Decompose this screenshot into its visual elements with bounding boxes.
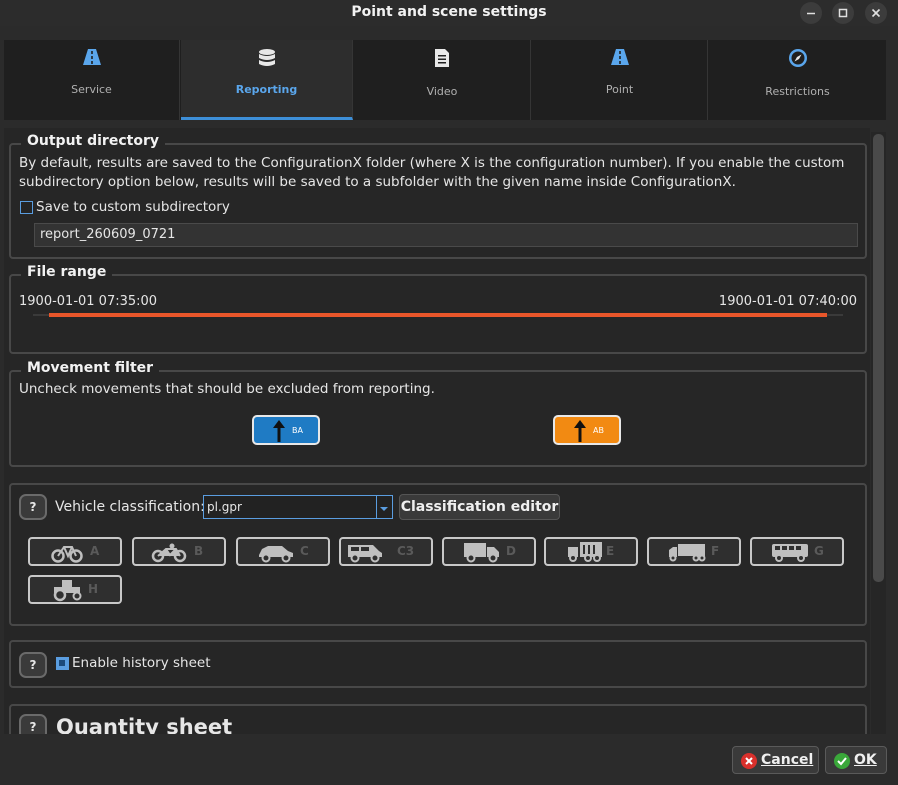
group-title: Movement filter [21, 360, 160, 376]
movement-ab-toggle[interactable]: AB [553, 415, 621, 445]
help-button[interactable]: ? [19, 494, 47, 520]
tab-point[interactable]: Point [532, 40, 708, 120]
vehicle-class-label: D [506, 544, 516, 558]
ok-button[interactable]: OK [825, 746, 887, 774]
range-start-label: 1900-01-01 07:35:00 [19, 294, 158, 309]
subdirectory-input[interactable]: report_260609_0721 [34, 223, 858, 247]
cancel-label: Cancel [761, 752, 814, 768]
range-end-label: 1900-01-01 07:40:00 [718, 294, 857, 309]
truck-trailer-icon [568, 542, 602, 562]
classification-select-value: pl.gpr [207, 500, 242, 514]
range-slider-track [827, 314, 843, 316]
motorcycle-icon [151, 543, 187, 563]
movement-filter-description: Uncheck movements that should be exclude… [19, 381, 435, 397]
road-icon [4, 48, 179, 68]
output-directory-group: Output directory By default, results are… [9, 133, 867, 259]
vehicle-class-label: C3 [397, 544, 415, 558]
tractor-icon [53, 580, 82, 602]
history-sheet-group: ? Enable history sheet [9, 640, 867, 688]
tab-video[interactable]: Video [354, 40, 531, 120]
vehicle-classification-label: Vehicle classification: [55, 499, 205, 515]
cancel-button[interactable]: Cancel [732, 746, 819, 774]
custom-subdirectory-checkbox[interactable] [20, 201, 33, 214]
tab-service[interactable]: Service [4, 40, 180, 120]
vehicle-class-h-button[interactable]: H [28, 575, 122, 604]
group-title: Output directory [21, 133, 165, 149]
help-button[interactable]: ? [19, 652, 47, 678]
custom-subdirectory-label: Save to custom subdirectory [36, 199, 230, 215]
window-title: Point and scene settings [351, 4, 547, 20]
range-slider-bar[interactable] [49, 313, 827, 317]
compass-icon [709, 48, 886, 68]
truck-icon [464, 543, 499, 563]
vehicle-class-label: E [606, 544, 615, 558]
vehicle-class-f-button[interactable]: F [647, 537, 741, 566]
cancel-icon [741, 753, 757, 769]
bicycle-icon [51, 546, 83, 563]
tab-label: Service [71, 83, 112, 96]
database-icon [181, 48, 352, 68]
ok-label: OK [854, 752, 877, 768]
vehicle-class-d-button[interactable]: D [442, 537, 536, 566]
scrollbar-thumb[interactable] [873, 134, 884, 582]
tab-label: Point [605, 83, 634, 96]
vehicle-class-a-button[interactable]: A [28, 537, 122, 566]
vehicle-class-label: B [194, 544, 204, 558]
group-title: File range [21, 264, 113, 280]
vehicle-class-g-button[interactable]: G [750, 537, 844, 566]
tab-label: Video [426, 85, 458, 98]
car-icon [259, 546, 293, 563]
vehicle-class-label: A [90, 544, 100, 558]
tab-reporting[interactable]: Reporting [181, 40, 353, 120]
output-directory-description: subdirectory option below, results will … [19, 174, 736, 190]
vehicle-class-c3-button[interactable]: C3 [339, 537, 433, 566]
document-icon [354, 48, 530, 68]
movement-label: AB [593, 426, 604, 435]
movement-filter-group: Movement filter Uncheck movements that s… [9, 360, 867, 467]
arrow-up-icon [273, 420, 285, 442]
arrow-up-icon [574, 420, 586, 442]
vehicle-classification-group: ? Vehicle classification: pl.gpr Classif… [9, 483, 867, 626]
van-icon [348, 545, 382, 563]
dialog-footer: Cancel OK [0, 736, 898, 785]
help-button[interactable]: ? [19, 714, 47, 734]
movement-ba-toggle[interactable]: BA [252, 415, 320, 445]
vehicle-class-label: C [300, 544, 309, 558]
history-sheet-label: Enable history sheet [72, 655, 211, 671]
vehicle-class-e-button[interactable]: E [544, 537, 638, 566]
minimize-button[interactable] [800, 2, 822, 24]
close-icon [871, 8, 881, 18]
vehicle-class-b-button[interactable]: B [132, 537, 226, 566]
semi-truck-icon [669, 544, 706, 562]
classification-select[interactable]: pl.gpr [203, 495, 393, 519]
chevron-down-icon [376, 496, 392, 518]
range-slider-track [33, 314, 49, 316]
file-range-group: File range 1900-01-01 07:35:00 1900-01-0… [9, 264, 867, 354]
vehicle-class-label: F [711, 544, 720, 558]
vehicle-class-label: G [814, 544, 824, 558]
history-sheet-checkbox[interactable] [56, 657, 69, 670]
classification-editor-button[interactable]: Classification editor [399, 494, 560, 520]
tab-label: Reporting [235, 83, 298, 96]
road-icon [532, 48, 707, 68]
maximize-icon [838, 8, 848, 18]
quantity-sheet-group: ? Quantity sheet [9, 704, 867, 734]
close-window-button[interactable] [865, 2, 887, 24]
settings-content[interactable]: Output directory By default, results are… [4, 128, 870, 734]
minimize-icon [807, 12, 815, 15]
check-icon [834, 753, 850, 769]
output-directory-description: By default, results are saved to the Con… [19, 155, 845, 171]
movement-label: BA [292, 426, 303, 435]
quantity-sheet-title: Quantity sheet [56, 715, 233, 734]
maximize-button[interactable] [832, 2, 854, 24]
vehicle-class-c-button[interactable]: C [236, 537, 330, 566]
tab-bar: Service Reporting Video Point Restrictio… [4, 40, 886, 120]
tab-restrictions[interactable]: Restrictions [709, 40, 886, 120]
vertical-scrollbar[interactable] [871, 132, 886, 734]
title-bar: Point and scene settings [0, 0, 898, 26]
bus-icon [772, 544, 808, 562]
tab-label: Restrictions [765, 85, 830, 98]
vehicle-class-label: H [88, 582, 99, 596]
